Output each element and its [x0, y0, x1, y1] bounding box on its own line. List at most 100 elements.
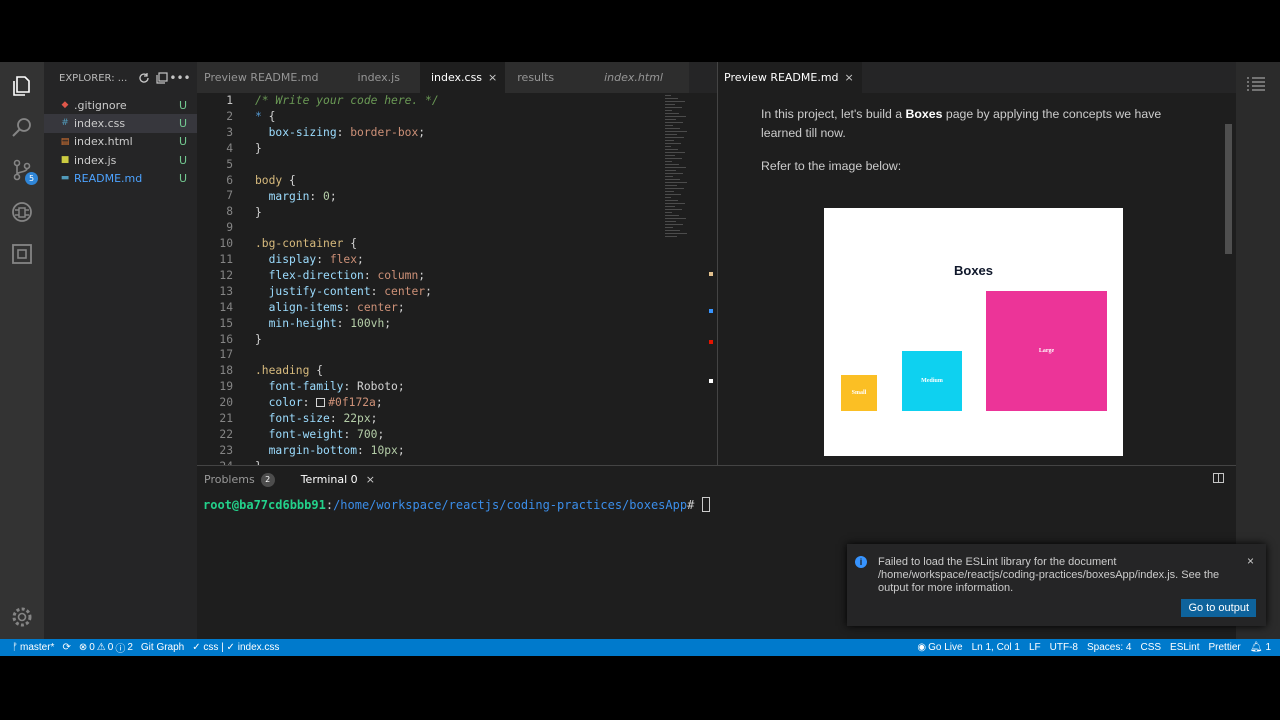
branch-indicator[interactable]: ᚠ master* [12, 642, 54, 653]
file-readme[interactable]: ▬ README.md U [44, 169, 197, 187]
tab-label: index.css [430, 71, 483, 84]
settings-gear-icon[interactable] [8, 603, 36, 631]
git-status: U [178, 98, 187, 112]
sync-icon[interactable]: ⟳ [62, 642, 70, 653]
close-terminal-icon[interactable]: × [366, 473, 375, 486]
file-gitignore[interactable]: ◆ .gitignore U [44, 96, 197, 114]
file-index-css[interactable]: # index.css U [44, 114, 197, 133]
large-box: Large [986, 291, 1107, 411]
cursor-position[interactable]: Ln 1, Col 1 [972, 642, 1020, 653]
lint-status[interactable]: ✓ css | ✓ index.css [192, 642, 279, 653]
code-line-22: font-weight: 700; [268, 428, 385, 441]
close-notification-icon[interactable]: × [1247, 554, 1254, 568]
close-tab-icon[interactable]: × [488, 71, 497, 84]
outline-list-icon[interactable] [1246, 76, 1266, 95]
preview-refer-text: Refer to the image below: [761, 159, 902, 173]
explorer-sidebar: EXPLORER: ... ••• ◆ .gitignore U # index… [44, 62, 197, 639]
minimap-line [665, 116, 686, 117]
code-line-14: align-items: center; [268, 301, 405, 314]
code-line-19: font-family: Roboto; [268, 380, 405, 393]
problems-indicator[interactable]: ⊗ 0 ⚠ 0 ⓘ 2 [79, 640, 133, 655]
minimap-line [665, 134, 677, 135]
tab-results[interactable]: results [505, 62, 587, 93]
tab-index-html[interactable]: index.html [586, 62, 689, 93]
minimap-line [665, 110, 672, 111]
line-number: 18 [219, 364, 233, 378]
indentation[interactable]: Spaces: 4 [1087, 642, 1131, 653]
minimap-line [665, 107, 682, 108]
file-index-js[interactable]: ■ index.js U [44, 151, 197, 169]
minimap-line [665, 236, 677, 237]
git-graph-button[interactable]: Git Graph [141, 642, 184, 653]
problems-count-badge: 2 [260, 472, 275, 487]
minimap-line [665, 164, 679, 165]
tab-preview-readme[interactable]: Preview README.md [197, 62, 327, 93]
notifications-button[interactable]: 🔔︎ 1 [1250, 642, 1271, 653]
extensions-icon[interactable] [8, 240, 36, 268]
color-swatch[interactable] [316, 398, 326, 407]
tab-label: results [517, 71, 555, 84]
minimap-line [665, 131, 687, 132]
medium-box: Medium [902, 351, 962, 411]
vscode-window: 5 EXPLORER: ... ••• ◆ .gitignore U # ind… [0, 62, 1280, 656]
html-file-icon: ▤ [60, 136, 70, 147]
code-line-6: body { [255, 174, 296, 187]
minimap-line [665, 224, 683, 225]
minimap-line [665, 122, 683, 123]
minimap-line [665, 194, 681, 195]
search-icon[interactable] [8, 114, 36, 142]
minimap-line [665, 101, 685, 102]
scm-badge: 5 [25, 172, 38, 185]
debug-icon[interactable] [8, 198, 36, 226]
code-editor[interactable]: 123456789101112131415161718192021222324 … [197, 93, 662, 465]
tab-problems[interactable]: Problems 2 [204, 472, 275, 487]
go-live-button[interactable]: ◉ Go Live [917, 642, 962, 653]
minimap-line [665, 146, 671, 147]
tab-label: Terminal 0 [300, 473, 358, 486]
source-control-icon[interactable]: 5 [8, 156, 38, 185]
close-tab-icon[interactable]: × [845, 71, 854, 84]
minimap-line [665, 95, 671, 96]
eslint-status[interactable]: ESLint [1170, 642, 1199, 653]
git-branch-icon: ᚠ [12, 642, 18, 653]
tab-terminal[interactable]: Terminal 0 × [301, 473, 375, 486]
line-number: 12 [219, 268, 233, 282]
go-to-output-button[interactable]: Go to output [1181, 599, 1256, 617]
terminal-output[interactable]: root@ba77cd6bbb91:/home/workspace/reactj… [197, 497, 1236, 512]
preview-scrollbar[interactable] [1225, 124, 1232, 254]
minimap-line [665, 188, 684, 189]
line-number: 5 [226, 157, 233, 171]
notification-count: 1 [1265, 642, 1271, 653]
overview-ruler-marker [709, 309, 713, 313]
terminal-sep: : [325, 498, 334, 512]
code-line-8: } [255, 206, 262, 219]
line-number: 4 [226, 141, 233, 155]
bell-icon: 🔔︎ [1249, 642, 1263, 653]
line-number: 13 [219, 284, 233, 298]
tab-preview-readme-active[interactable]: Preview README.md × [718, 62, 862, 93]
tab-index-js[interactable]: index.js [326, 62, 420, 93]
language-mode[interactable]: CSS [1140, 642, 1161, 653]
collapse-all-icon[interactable] [153, 69, 171, 87]
terminal-cursor [701, 497, 710, 512]
explorer-icon[interactable] [8, 72, 36, 100]
code-line-15: min-height: 100vh; [268, 317, 392, 330]
minimap[interactable] [662, 93, 717, 465]
prettier-status[interactable]: Prettier [1209, 642, 1241, 653]
tab-label: index.js [357, 71, 400, 84]
minimap-line [665, 182, 687, 183]
refresh-icon[interactable] [135, 69, 153, 87]
minimap-line [665, 227, 673, 228]
encoding[interactable]: UTF-8 [1050, 642, 1078, 653]
end-of-line[interactable]: LF [1029, 642, 1041, 653]
info-count: 2 [127, 642, 133, 653]
file-index-html[interactable]: ▤ index.html U [44, 133, 197, 151]
minimap-line [665, 119, 676, 120]
code-line-1: /* Write your code here. */ [255, 94, 439, 107]
split-panel-icon[interactable] [1213, 473, 1224, 486]
tab-index-css[interactable]: index.css × [419, 62, 506, 93]
error-count: 0 [89, 642, 95, 653]
terminal-prompt-end: # [687, 498, 702, 512]
markdown-file-icon: ▬ [60, 173, 70, 184]
more-actions-icon[interactable]: ••• [169, 69, 190, 87]
